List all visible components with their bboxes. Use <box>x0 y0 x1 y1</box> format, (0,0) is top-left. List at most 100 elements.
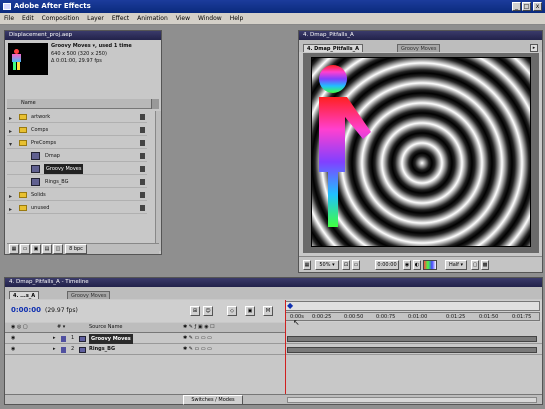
comp-marker-icon[interactable]: ⊞ <box>190 306 200 316</box>
flowchart-icon[interactable]: ◫ <box>53 244 63 254</box>
snapshot-icon[interactable]: ◉ <box>403 260 411 270</box>
channel-icon[interactable] <box>423 260 437 270</box>
composition-canvas-area <box>303 53 539 253</box>
column-label-swatch[interactable] <box>151 99 159 109</box>
list-item-label-selected: Groovy Moves <box>44 164 84 174</box>
menu-edit[interactable]: Edit <box>18 13 38 25</box>
label-swatch <box>140 192 145 198</box>
new-composition-icon[interactable]: ▣ <box>31 244 41 254</box>
current-time-display[interactable]: 0:00:00 <box>375 260 399 270</box>
timeline-empty-area <box>5 356 285 394</box>
layer-name[interactable]: Rings_BG <box>89 345 115 354</box>
layer-number: 1 <box>71 335 75 341</box>
video-toggle-icon[interactable]: ◉ <box>11 345 15 354</box>
layer-twirl-icon[interactable]: ▸ <box>53 345 56 354</box>
list-item[interactable]: ▸ artwork <box>7 111 147 123</box>
layer-twirl-icon[interactable]: ▸ <box>53 334 56 343</box>
layer-label-swatch[interactable] <box>61 347 66 353</box>
expand-triangle-icon[interactable]: ▸ <box>9 204 12 216</box>
work-area-start-icon[interactable]: ◆ <box>287 301 293 310</box>
source-name-header[interactable]: Source Name <box>89 323 123 332</box>
ruler-tick: 0:01:50 <box>479 314 499 320</box>
list-item-label: unused <box>31 205 50 211</box>
video-toggle-icon[interactable]: ◉ <box>11 334 15 343</box>
work-area-bar[interactable]: ◆ <box>285 301 540 311</box>
menu-window[interactable]: Window <box>194 13 226 25</box>
layer-duration-bar[interactable] <box>287 336 537 342</box>
composition-icon <box>79 336 86 342</box>
title-safe-icon[interactable]: ⊡ <box>342 260 350 270</box>
resolution-select[interactable]: Half ▾ <box>445 260 467 270</box>
menu-layer[interactable]: Layer <box>83 13 108 25</box>
delete-icon[interactable]: ▤ <box>42 244 52 254</box>
resolution-grid-icon[interactable]: ▦ <box>303 260 311 270</box>
list-item[interactable]: ▸ Comps <box>7 124 147 136</box>
layer-label-swatch[interactable] <box>61 336 66 342</box>
composition-footer: ▦ 50% ▾ ⊡ ▭ 0:00:00 ◉ ◐ Half ▾ ▢ ▩ <box>299 256 542 272</box>
ruler-tick: 0:00:50 <box>344 314 364 320</box>
close-button[interactable]: x <box>533 2 542 11</box>
tab-dmap-pitfalls[interactable]: 4. Dmap_Pitfalls_A <box>303 44 364 52</box>
new-folder-icon[interactable]: ▭ <box>20 244 30 254</box>
menu-effect[interactable]: Effect <box>108 13 133 25</box>
list-item[interactable]: Groovy Moves <box>7 163 147 175</box>
current-time-indicator[interactable] <box>285 300 286 396</box>
table-row[interactable]: ◉ ▸ 1 Groovy Moves ✱ ✎ ▭ ▭ ▭ <box>5 334 542 344</box>
mask-view-icon[interactable]: ▭ <box>352 260 360 270</box>
panel-menu-icon[interactable]: ▸ <box>530 44 538 52</box>
av-features-header-icon[interactable]: ◉ ◎ ▢ <box>11 323 28 332</box>
table-row[interactable]: ◉ ▸ 2 Rings_BG ✱ ✎ ▭ ▭ ▭ <box>5 345 542 355</box>
list-item[interactable]: ▸ Solids <box>7 189 147 201</box>
app-title-bar: Adobe After Effects <box>0 0 545 13</box>
motion-blur-icon[interactable]: ▣ <box>245 306 255 316</box>
label-swatch <box>140 153 145 159</box>
project-column-header: Name <box>7 99 155 109</box>
zoom-select[interactable]: 50% ▾ <box>315 260 339 270</box>
layer-switches-icon[interactable]: ✱ ✎ ▭ ▭ ▭ <box>183 345 212 354</box>
layer-name[interactable]: Groovy Moves <box>89 334 133 344</box>
frame-blending-icon[interactable]: ◇ <box>227 306 237 316</box>
menu-view[interactable]: View <box>172 13 194 25</box>
menu-help[interactable]: Help <box>226 13 248 25</box>
timeline-footer: Switches / Modes <box>5 394 542 405</box>
ruler-tick: 0:01:00 <box>408 314 428 320</box>
menu-composition[interactable]: Composition <box>38 13 83 25</box>
draft-3d-icon[interactable]: M <box>263 306 273 316</box>
layer-duration-bar[interactable] <box>287 347 537 353</box>
list-item[interactable]: Rings_BG <box>7 176 147 188</box>
preview-dimensions: 640 x 500 (320 x 250) <box>51 51 107 57</box>
maximize-button[interactable]: □ <box>522 2 531 11</box>
list-item[interactable]: Dmap <box>7 150 147 162</box>
menu-file[interactable]: File <box>0 13 18 25</box>
frame-rate-readout: (29.97 fps) <box>45 307 78 314</box>
mouse-pointer-icon: ↖ <box>293 318 300 327</box>
tab-timeline-dmap[interactable]: 4. ...s_A <box>9 291 40 299</box>
switches-header-icon[interactable]: ✱ ✎ ƒ ▣ ◉ ☐ <box>183 323 215 332</box>
list-item[interactable]: ▸ unused <box>7 202 147 214</box>
app-icon <box>3 3 11 10</box>
label-swatch <box>140 114 145 120</box>
menu-animation[interactable]: Animation <box>133 13 172 25</box>
region-of-interest-icon[interactable]: ▢ <box>471 260 479 270</box>
project-scrollbar[interactable] <box>155 111 161 251</box>
label-swatch <box>140 166 145 172</box>
layer-switches-icon[interactable]: ✱ ✎ ▭ ▭ ▭ <box>183 334 212 343</box>
shy-layers-icon[interactable]: ☺ <box>203 306 213 316</box>
bit-depth-button[interactable]: 8 bpc <box>65 244 87 254</box>
list-item[interactable]: ▾ PreComps <box>7 137 147 149</box>
tab-groovy-moves[interactable]: Groovy Moves <box>397 44 441 52</box>
list-item-label: Comps <box>31 127 49 133</box>
timeline-zoom-slider[interactable] <box>287 397 537 403</box>
minimize-button[interactable]: _ <box>512 2 521 11</box>
label-header-icon[interactable]: # ▾ <box>57 323 65 332</box>
list-item-label: Solids <box>31 192 46 198</box>
current-time-readout[interactable]: 0:00:00 <box>11 306 41 314</box>
switches-modes-toggle[interactable]: Switches / Modes <box>183 395 243 405</box>
transparency-grid-icon[interactable]: ▩ <box>481 260 489 270</box>
column-name-label[interactable]: Name <box>21 100 36 106</box>
time-ruler[interactable]: 0:00s 0:00:25 0:00:50 0:00:75 0:01:00 0:… <box>285 312 540 321</box>
show-snapshot-icon[interactable]: ◐ <box>413 260 421 270</box>
preview-duration: Δ 0:01:00, 29.97 fps <box>51 58 102 64</box>
tab-timeline-groovy-moves[interactable]: Groovy Moves <box>67 291 111 299</box>
interpret-footage-icon[interactable]: ▦ <box>9 244 19 254</box>
